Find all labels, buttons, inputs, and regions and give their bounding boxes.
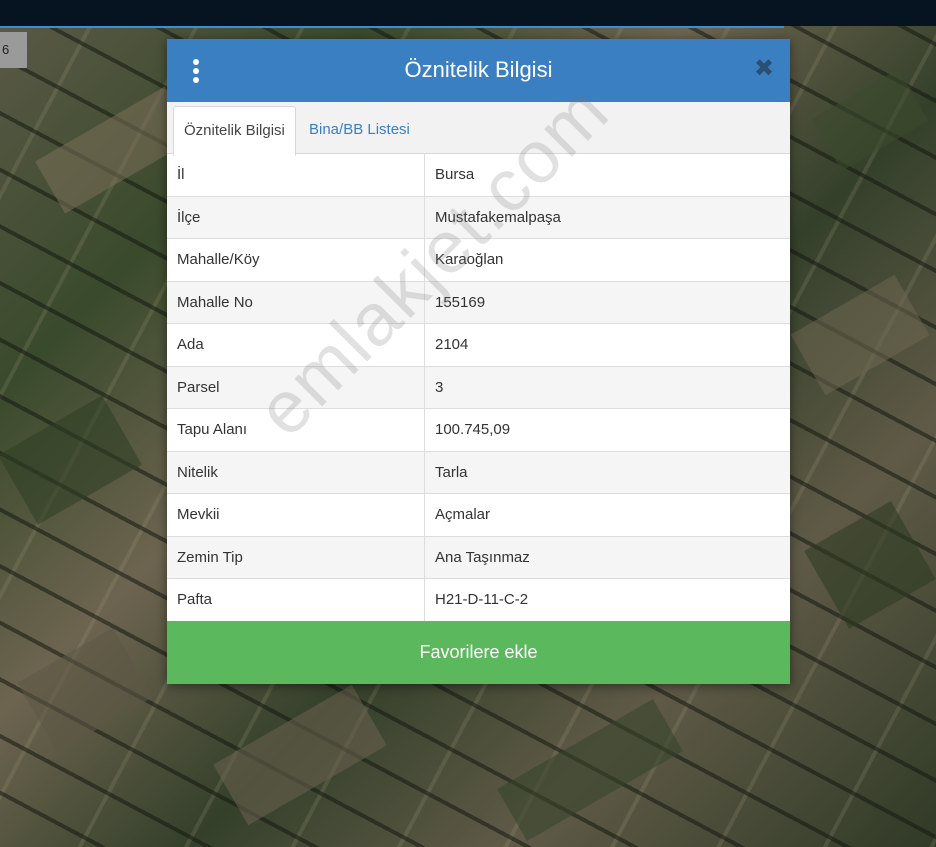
tab-building-list[interactable]: Bina/BB Listesi [299, 106, 420, 153]
table-row: İlçe Mustafakemalpaşa [167, 196, 790, 239]
top-bar [0, 0, 936, 26]
close-icon[interactable]: ✖ [754, 57, 774, 81]
row-key: Pafta [167, 578, 425, 622]
table-row: Mahalle/Köy Karaoğlan [167, 238, 790, 282]
row-value: Mustafakemalpaşa [424, 196, 790, 239]
attribute-info-dialog: Öznitelik Bilgisi ✖ Öznitelik Bilgisi Bi… [167, 39, 790, 684]
row-value: 100.745,09 [424, 408, 790, 452]
map-field [804, 501, 936, 629]
row-value: Ana Taşınmaz [424, 536, 790, 579]
row-value: Karaoğlan [424, 238, 790, 282]
row-value: 2104 [424, 323, 790, 367]
row-key: Ada [167, 323, 425, 367]
zoom-level-badge: 6 [0, 32, 27, 68]
table-row: İl Bursa [167, 154, 790, 197]
attribute-table: İl Bursa İlçe Mustafakemalpaşa Mahalle/Köy… [167, 154, 790, 622]
add-to-favorites-button[interactable]: Favorilere ekle [167, 621, 790, 684]
table-row: Ada 2104 [167, 323, 790, 367]
table-row: Zemin Tip Ana Taşınmaz [167, 536, 790, 579]
row-key: Mahalle No [167, 281, 425, 324]
table-row: Parsel 3 [167, 366, 790, 409]
table-row: Mahalle No 155169 [167, 281, 790, 324]
table-row: Nitelik Tarla [167, 451, 790, 494]
row-key: Parsel [167, 366, 425, 409]
row-key: İlçe [167, 196, 425, 239]
satellite-map[interactable]: 6 Öznitelik Bilgisi ✖ Öznitelik Bilgisi … [0, 0, 936, 847]
map-field [497, 699, 683, 841]
top-bar-accent-line [0, 26, 784, 28]
map-field [790, 274, 930, 396]
tab-attribute-info[interactable]: Öznitelik Bilgisi [173, 106, 296, 156]
row-key: Tapu Alanı [167, 408, 425, 452]
row-key: İl [167, 154, 425, 197]
row-value: H21-D-11-C-2 [424, 578, 790, 622]
row-value: Bursa [424, 154, 790, 197]
map-field [17, 627, 153, 753]
map-field [213, 684, 387, 826]
row-key: Mevkii [167, 493, 425, 537]
row-key: Mahalle/Köy [167, 238, 425, 282]
row-value: 155169 [424, 281, 790, 324]
row-value: Açmalar [424, 493, 790, 537]
row-key: Zemin Tip [167, 536, 425, 579]
dialog-header: Öznitelik Bilgisi ✖ [167, 39, 790, 102]
table-row: Tapu Alanı 100.745,09 [167, 408, 790, 452]
row-value: Tarla [424, 451, 790, 494]
map-field [0, 395, 142, 525]
table-row: Pafta H21-D-11-C-2 [167, 578, 790, 622]
table-row: Mevkii Açmalar [167, 493, 790, 537]
row-key: Nitelik [167, 451, 425, 494]
tab-bar: Öznitelik Bilgisi Bina/BB Listesi [167, 102, 790, 156]
dialog-title: Öznitelik Bilgisi [404, 57, 553, 82]
map-field [811, 69, 929, 171]
row-value: 3 [424, 366, 790, 409]
